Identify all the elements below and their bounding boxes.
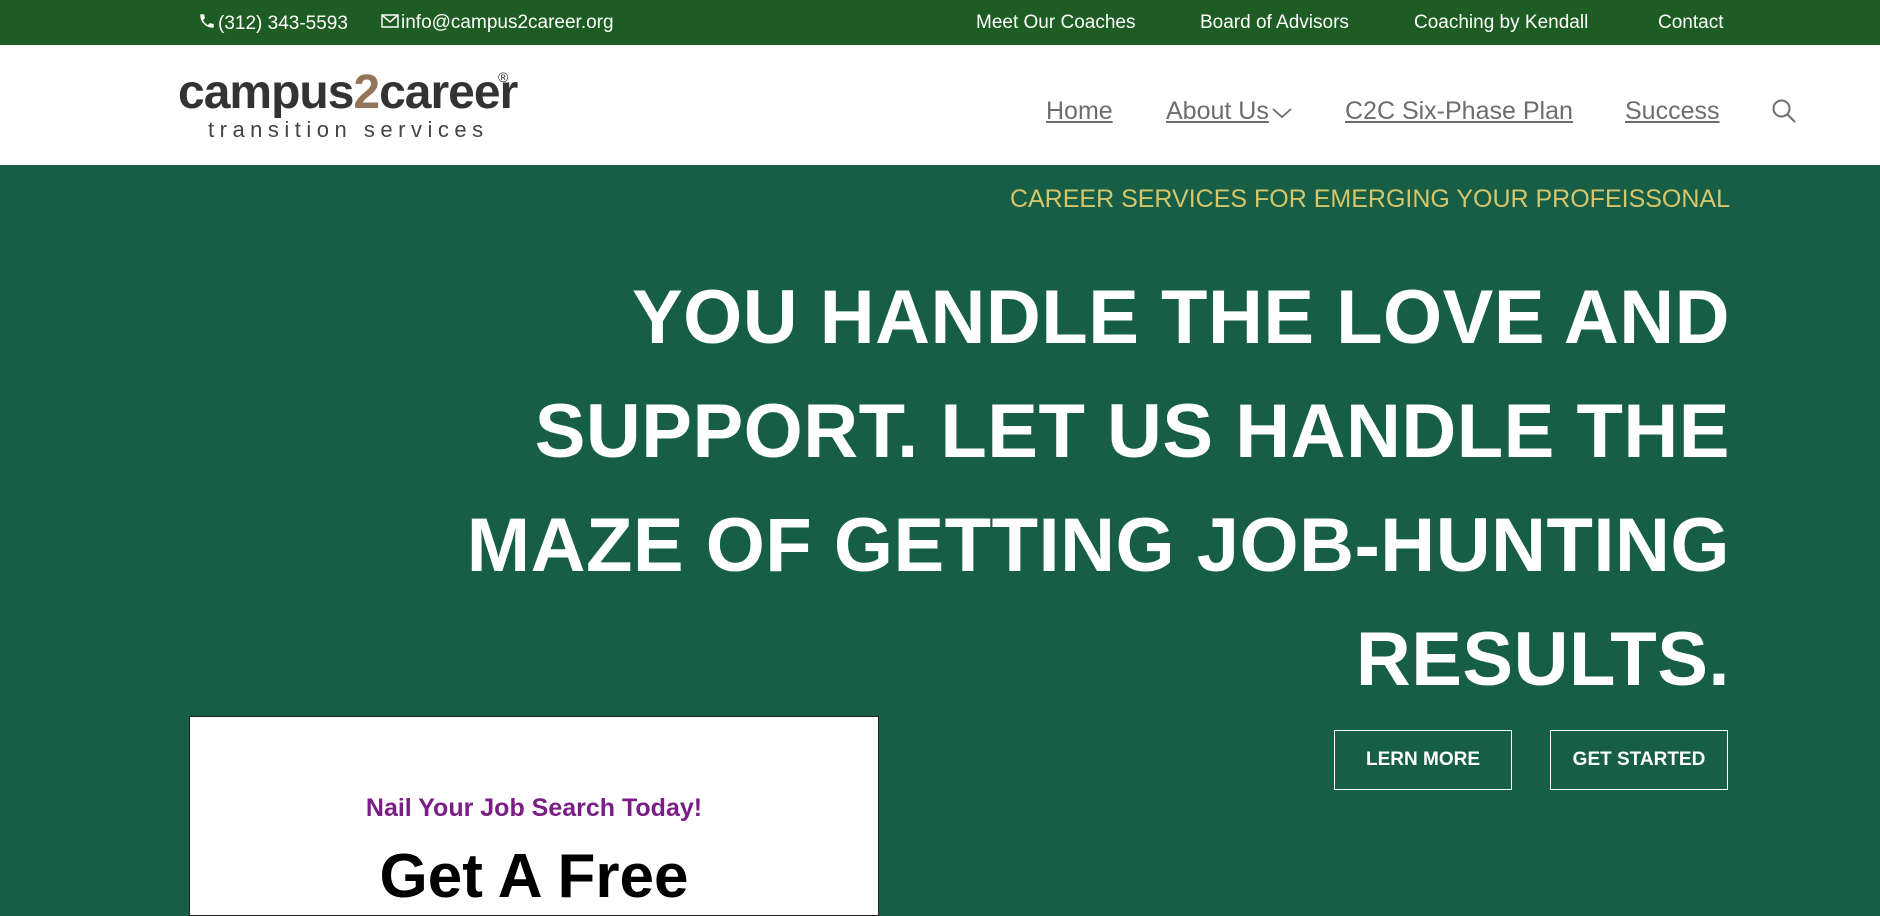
nav-c2c-six-phase-plan[interactable]: C2C Six-Phase Plan [1345, 97, 1573, 126]
email-contact[interactable]: info@campus2career.org [381, 12, 614, 34]
headline-line: YOU HANDLE THE LOVE AND [631, 275, 1730, 360]
registered-mark: ® [498, 69, 509, 85]
free-consultation-card: Nail Your Job Search Today! Get A Free [189, 716, 879, 916]
mail-icon [381, 12, 399, 34]
site-logo[interactable]: campus2career ® transition services [178, 66, 518, 159]
hero-tagline: CAREER SERVICES FOR EMERGING YOUR PROFEI… [1009, 185, 1730, 213]
contact-link[interactable]: Contact [1658, 12, 1723, 34]
logo-subtitle: transition services [208, 117, 489, 142]
hero-section: CAREER SERVICES FOR EMERGING YOUR PROFEI… [0, 165, 1880, 916]
get-started-button[interactable]: GET STARTED [1550, 730, 1728, 790]
learn-more-button[interactable]: LERN MORE [1334, 730, 1512, 790]
board-of-advisors-link[interactable]: Board of Advisors [1200, 12, 1349, 34]
top-bar: (312) 343-5593 info@campus2career.org Me… [0, 0, 1880, 45]
phone-number: (312) 343-5593 [218, 13, 348, 34]
search-icon[interactable] [1771, 98, 1797, 124]
site-header: campus2career ® transition services Home… [0, 45, 1880, 165]
headline-line: SUPPORT. LET US HANDLE THE [534, 389, 1730, 474]
hero-headline: YOU HANDLE THE LOVE AND SUPPORT. LET US … [380, 261, 1730, 717]
meet-our-coaches-link[interactable]: Meet Our Coaches [976, 12, 1135, 34]
nav-home[interactable]: Home [1046, 97, 1113, 126]
chevron-down-icon [1271, 98, 1293, 127]
nav-success[interactable]: Success [1625, 97, 1719, 126]
nav-about-us[interactable]: About Us [1166, 97, 1293, 127]
coaching-by-kendall-link[interactable]: Coaching by Kendall [1414, 12, 1588, 34]
headline-line: MAZE OF GETTING JOB-HUNTING [466, 503, 1730, 588]
card-kicker: Nail Your Job Search Today! [365, 794, 703, 822]
phone-contact[interactable]: (312) 343-5593 [198, 12, 348, 36]
card-title: Get A Free [379, 842, 689, 911]
headline-line: RESULTS. [1355, 617, 1730, 702]
phone-icon [198, 12, 216, 36]
logo-wordmark: campus2career [178, 66, 518, 119]
email-address: info@campus2career.org [401, 12, 614, 33]
